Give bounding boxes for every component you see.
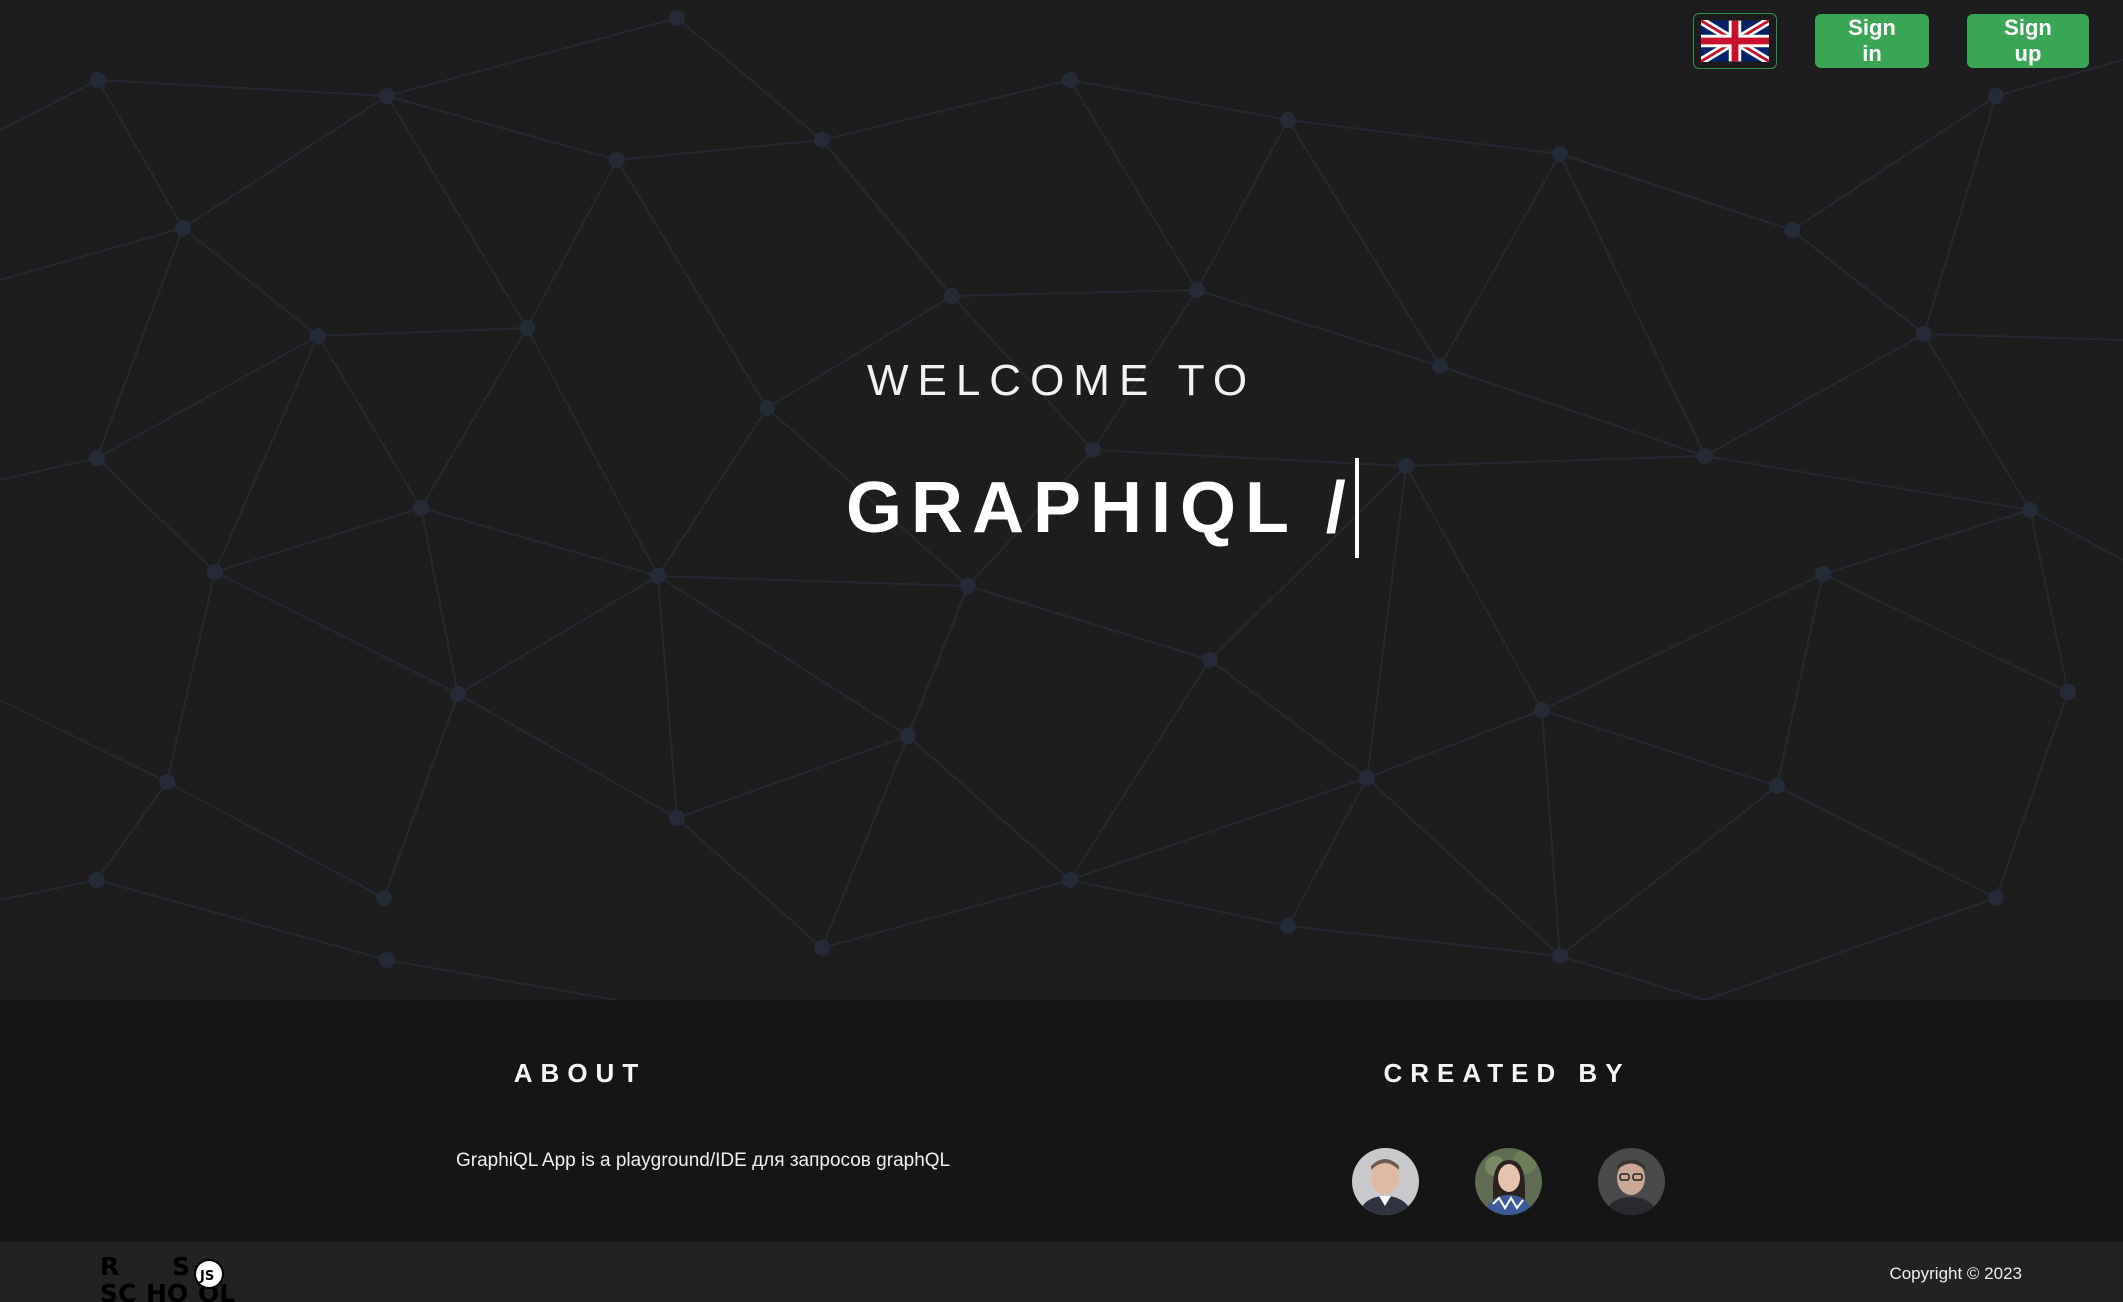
language-switch-button[interactable] — [1693, 13, 1777, 69]
rs-school-logo-icon[interactable]: R S SC HO OL JS — [100, 1250, 250, 1302]
sign-up-button[interactable]: Sign up — [1967, 14, 2089, 68]
sign-in-button[interactable]: Sign in — [1815, 14, 1929, 68]
creator-avatar-3[interactable] — [1598, 1148, 1665, 1215]
typing-cursor — [1354, 458, 1359, 558]
creators-list — [1352, 1148, 1665, 1215]
welcome-heading: WELCOME TO — [866, 356, 1257, 405]
svg-text:JS: JS — [199, 1269, 214, 1284]
hero-title-line: GRAPHIQL / — [846, 458, 1359, 558]
svg-text:SC: SC — [100, 1279, 136, 1302]
hero-section: Sign in Sign up WELCOME TO GRAPHIQL / — [0, 0, 2123, 1000]
creator-avatar-1[interactable] — [1352, 1148, 1419, 1215]
hero-title: GRAPHIQL / — [846, 468, 1355, 548]
about-heading: ABOUT — [513, 1058, 647, 1088]
uk-flag-icon — [1701, 20, 1769, 62]
created-by-heading: CREATED BY — [1383, 1058, 1631, 1088]
bottom-bar: R S SC HO OL JS Copyright © 2023 — [0, 1242, 2123, 1302]
copyright-text: Copyright © 2023 — [1889, 1264, 2022, 1283]
creator-avatar-2[interactable] — [1475, 1148, 1542, 1215]
header-controls: Sign in Sign up — [1693, 13, 2089, 69]
about-description: GraphiQL App is a playground/IDE для зап… — [456, 1150, 951, 1171]
info-footer: ABOUT GraphiQL App is a playground/IDE д… — [0, 1000, 2123, 1242]
svg-text:R: R — [100, 1252, 119, 1281]
svg-text:S: S — [172, 1252, 190, 1281]
svg-text:HO: HO — [146, 1279, 188, 1302]
